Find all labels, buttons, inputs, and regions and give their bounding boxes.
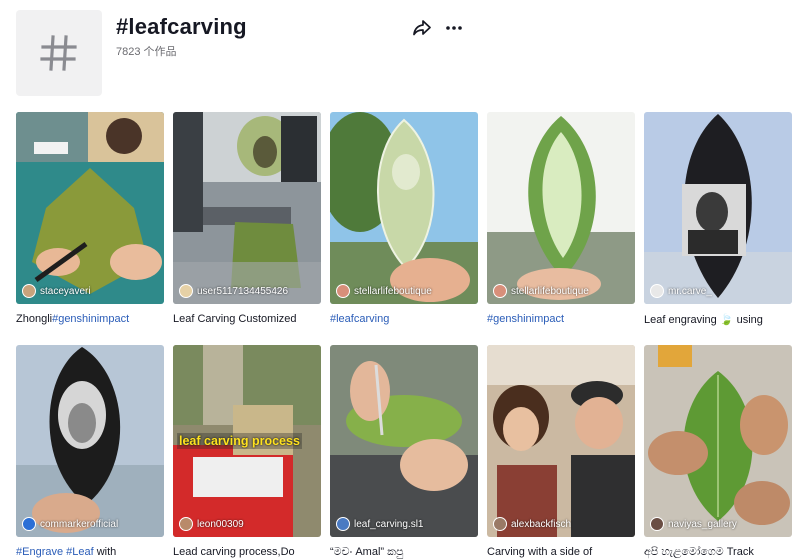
video-author[interactable]: commarkerofficial — [22, 517, 118, 531]
avatar — [179, 517, 193, 531]
author-name: alexbackfisch — [511, 518, 572, 530]
caption-text: Carving with a side of — [487, 546, 593, 558]
author-name: commarkerofficial — [40, 518, 119, 530]
video-card[interactable]: stellarlifeboutique #genshinimpact — [487, 112, 635, 327]
video-card[interactable]: leaf carving process leon00309 Lead carv… — [173, 345, 321, 560]
video-card[interactable]: stellarlifeboutique #leafcarving — [330, 112, 478, 327]
caption-text: “මචං Amal” කපු — [330, 546, 404, 558]
video-card[interactable]: leaf_carving.sl1 “මචං Amal” කපු — [330, 345, 478, 560]
hashtag-icon — [40, 35, 77, 71]
video-author[interactable]: stellarlifeboutique — [493, 284, 589, 298]
caption-hashtag[interactable]: #leafcarving — [330, 313, 389, 325]
thumbnail-image — [16, 112, 164, 304]
avatar — [22, 284, 36, 298]
avatar — [650, 284, 664, 298]
video-caption[interactable]: “මචං Amal” කපු — [330, 546, 478, 560]
video-count: 7823 个作品 — [116, 46, 177, 58]
video-thumbnail[interactable]: mr.carve_ — [644, 112, 792, 304]
video-card[interactable]: commarkerofficial #Engrave #Leaf with — [16, 345, 164, 560]
video-thumbnail[interactable]: staceyaveri — [16, 112, 164, 304]
caption-hashtag[interactable]: #genshinimpact — [52, 313, 129, 325]
thumbnail-image — [173, 112, 321, 304]
thumbnail-image — [644, 345, 792, 537]
author-name: stellarlifeboutique — [354, 285, 432, 297]
video-caption[interactable]: #leafcarving — [330, 313, 478, 327]
hashtag-thumbnail — [16, 10, 102, 96]
video-author[interactable]: leaf_carving.sl1 — [336, 517, 423, 531]
author-name: leaf_carving.sl1 — [354, 518, 424, 530]
author-name: naviyas_gallery — [668, 518, 737, 530]
video-thumbnail[interactable]: leaf_carving.sl1 — [330, 345, 478, 537]
author-name: mr.carve_ — [668, 285, 712, 297]
share-button[interactable] — [412, 18, 432, 38]
video-caption[interactable]: #genshinimpact — [487, 313, 635, 327]
video-caption[interactable]: #Engrave #Leaf with — [16, 546, 164, 560]
page-title: #leafcarving — [116, 14, 247, 39]
video-thumbnail[interactable]: leaf carving process leon00309 — [173, 345, 321, 537]
video-author[interactable]: leon00309 — [179, 517, 244, 531]
video-overlay-text: leaf carving process — [177, 433, 302, 449]
caption-text: Zhongli — [16, 313, 53, 325]
video-caption[interactable]: අපි හැළමෝගෙම Track — [644, 546, 792, 560]
caption-text: Leaf Carving Customized — [173, 313, 297, 325]
caption-text: with — [93, 546, 117, 558]
video-thumbnail[interactable]: commarkerofficial — [16, 345, 164, 537]
author-name: staceyaveri — [40, 285, 91, 297]
avatar — [493, 284, 507, 298]
more-options-button[interactable] — [444, 18, 464, 38]
video-author[interactable]: naviyas_gallery — [650, 517, 737, 531]
hashtag-header: #leafcarving 7823 个作品 — [16, 10, 786, 96]
video-card[interactable]: mr.carve_ Leaf engraving 🍃 using — [644, 112, 792, 327]
video-author[interactable]: user5117134455426 — [179, 284, 288, 298]
video-thumbnail[interactable]: stellarlifeboutique — [487, 112, 635, 304]
video-card[interactable]: user5117134455426 Leaf Carving Customize… — [173, 112, 321, 327]
video-card[interactable]: staceyaveri Zhongli#genshinimpact — [16, 112, 164, 327]
thumbnail-image — [487, 345, 635, 537]
video-card[interactable]: naviyas_gallery අපි හැළමෝගෙම Track — [644, 345, 792, 560]
video-author[interactable]: staceyaveri — [22, 284, 91, 298]
avatar — [336, 284, 350, 298]
video-thumbnail[interactable]: user5117134455426 — [173, 112, 321, 304]
thumbnail-image — [16, 345, 164, 537]
video-thumbnail[interactable]: alexbackfisch — [487, 345, 635, 537]
video-card[interactable]: alexbackfisch Carving with a side of — [487, 345, 635, 560]
caption-text: Leaf engraving 🍃 using — [644, 314, 763, 326]
thumbnail-image — [330, 345, 478, 537]
caption-hashtag[interactable]: #genshinimpact — [487, 313, 564, 325]
share-icon — [413, 20, 431, 36]
thumbnail-image — [644, 112, 792, 304]
avatar — [22, 517, 36, 531]
video-caption[interactable]: Zhongli#genshinimpact — [16, 313, 164, 327]
author-name: stellarlifeboutique — [511, 285, 589, 297]
video-thumbnail[interactable]: stellarlifeboutique — [330, 112, 478, 304]
video-caption[interactable]: Leaf engraving 🍃 using — [644, 313, 792, 327]
avatar — [493, 517, 507, 531]
author-name: user5117134455426 — [197, 285, 289, 297]
video-caption[interactable]: Carving with a side of — [487, 546, 635, 560]
caption-text: අපි හැළමෝගෙම Track — [644, 546, 754, 558]
video-thumbnail[interactable]: naviyas_gallery — [644, 345, 792, 537]
video-caption[interactable]: Leaf Carving Customized — [173, 313, 321, 327]
video-caption[interactable]: Lead carving process,Do — [173, 546, 321, 560]
avatar — [336, 517, 350, 531]
caption-hashtag[interactable]: #Engrave #Leaf — [16, 546, 94, 558]
author-name: leon00309 — [197, 518, 244, 530]
video-author[interactable]: alexbackfisch — [493, 517, 571, 531]
thumbnail-image — [330, 112, 478, 304]
avatar — [650, 517, 664, 531]
video-author[interactable]: stellarlifeboutique — [336, 284, 432, 298]
avatar — [179, 284, 193, 298]
more-icon — [446, 26, 462, 30]
thumbnail-image — [487, 112, 635, 304]
caption-text: Lead carving process,Do — [173, 546, 295, 558]
video-author[interactable]: mr.carve_ — [650, 284, 712, 298]
